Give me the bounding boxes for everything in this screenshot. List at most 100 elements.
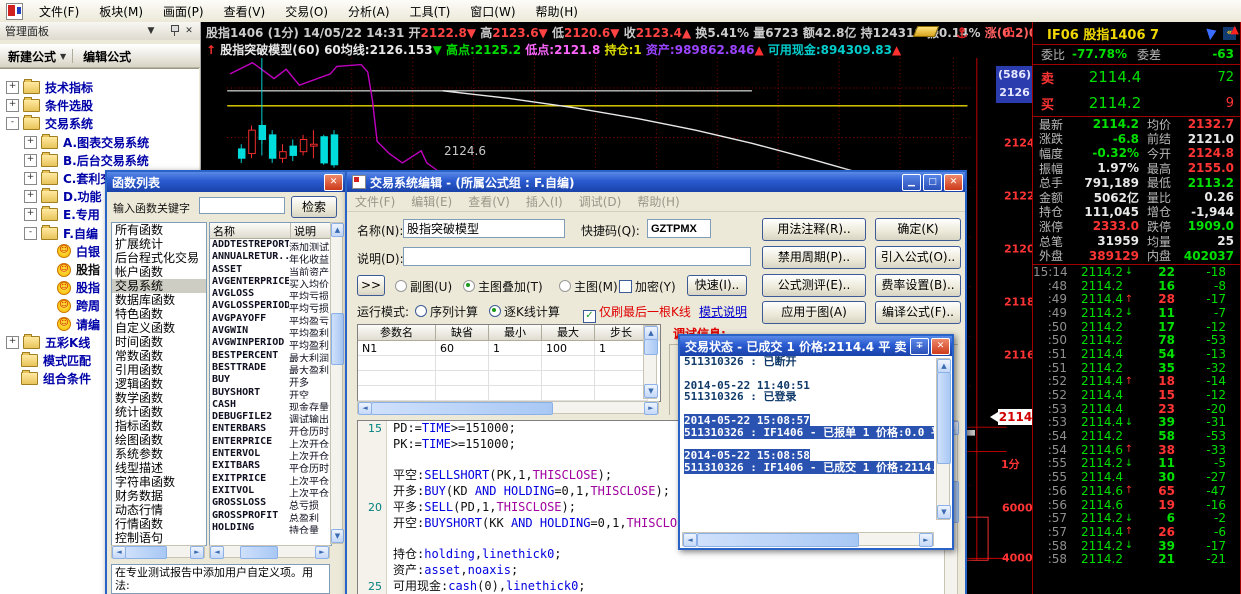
- panel-dropdown-icon[interactable]: ▼: [143, 24, 159, 39]
- panel-pin-icon[interactable]: [162, 24, 178, 39]
- tree-toggle-icon[interactable]: +: [24, 136, 37, 149]
- function-row[interactable]: ENTERVOL上次开仓: [210, 448, 331, 460]
- param-cell[interactable]: [489, 371, 542, 386]
- function-table-header[interactable]: 名称 说明: [210, 223, 331, 239]
- category-item[interactable]: 扩展统计: [112, 237, 206, 251]
- category-item[interactable]: 所有函数: [112, 223, 206, 237]
- close-icon[interactable]: ✕: [931, 338, 950, 355]
- tree-toggle-icon[interactable]: +: [24, 172, 37, 185]
- compile-button[interactable]: 编译公式(F)..: [875, 301, 961, 324]
- tree-toggle-icon[interactable]: +: [24, 190, 37, 203]
- status-vscrollbar[interactable]: ▲ ▼: [936, 358, 950, 520]
- function-row[interactable]: DEBUGFILE2调试输出: [210, 411, 331, 423]
- menu-item[interactable]: 工具(T): [400, 1, 461, 22]
- param-row[interactable]: [358, 356, 660, 371]
- tick-scroll-up-icon[interactable]: ▲: [1231, 23, 1239, 36]
- category-item[interactable]: 交易系统: [112, 279, 206, 293]
- disable-period-button[interactable]: 禁用周期(P)..: [762, 246, 866, 269]
- category-item[interactable]: 特色函数: [112, 307, 206, 321]
- category-item[interactable]: 数学函数: [112, 391, 206, 405]
- expand-button[interactable]: >>: [357, 275, 385, 296]
- param-cell[interactable]: [436, 356, 489, 371]
- function-row[interactable]: ENTERPRICE上次开仓: [210, 436, 331, 448]
- tree-item-技术指标[interactable]: +技术指标: [6, 79, 93, 96]
- param-cell[interactable]: [595, 371, 648, 386]
- function-row[interactable]: AVGPAYOFF平均盈亏: [210, 313, 331, 325]
- function-hscrollbar[interactable]: ◄ ►: [209, 545, 330, 558]
- category-item[interactable]: 数据库函数: [112, 293, 206, 307]
- category-item[interactable]: 系统参数: [112, 447, 206, 461]
- param-cell[interactable]: [542, 386, 595, 401]
- tree-item-B.后台交易系统[interactable]: +B.后台交易系统: [24, 152, 149, 169]
- tree-toggle-icon[interactable]: -: [24, 227, 37, 240]
- ok-button[interactable]: 确定(K): [875, 218, 961, 241]
- search-input[interactable]: [199, 197, 285, 214]
- param-cell[interactable]: [358, 356, 436, 371]
- category-item[interactable]: 财务数据: [112, 489, 206, 503]
- quick-button[interactable]: 快速(I)..: [687, 275, 747, 296]
- function-row[interactable]: ANNUALRETUR...年化收益: [210, 251, 331, 263]
- function-row[interactable]: EXITBARS平仓历时: [210, 460, 331, 472]
- tree-item-白银[interactable]: ☺白银: [42, 243, 100, 260]
- tree-item-组合条件[interactable]: 组合条件: [6, 370, 91, 387]
- category-item[interactable]: 绘图函数: [112, 433, 206, 447]
- param-cell[interactable]: [542, 371, 595, 386]
- function-dialog-titlebar[interactable]: 函数列表 ✕: [107, 172, 345, 192]
- tree-item-股指[interactable]: ☺股指: [42, 279, 100, 296]
- tree-item-五彩K线[interactable]: +五彩K线: [6, 334, 90, 351]
- function-row[interactable]: GROSSPROFIT总盈利: [210, 510, 331, 522]
- category-hscrollbar[interactable]: ◄ ►: [111, 545, 205, 558]
- quote-header[interactable]: IF06 股指1406 7 «: [1033, 22, 1240, 45]
- mode-help-link[interactable]: 模式说明: [699, 303, 747, 320]
- anchor-icon[interactable]: [955, 26, 969, 40]
- search-button[interactable]: 检索: [291, 196, 337, 218]
- category-item[interactable]: 后台程式化交易: [112, 251, 206, 265]
- tree-toggle-icon[interactable]: +: [6, 336, 19, 349]
- function-row[interactable]: BUY开多: [210, 374, 331, 386]
- tree-toggle-icon[interactable]: +: [6, 99, 19, 112]
- tree-toggle-icon[interactable]: +: [24, 154, 37, 167]
- category-item[interactable]: 动态行情: [112, 503, 206, 517]
- tree-item-股指[interactable]: ☺股指: [42, 261, 100, 278]
- evaluate-button[interactable]: 公式测评(E)..: [762, 274, 866, 297]
- tree-item-A.图表交易系统[interactable]: +A.图表交易系统: [24, 134, 149, 151]
- trade-status-titlebar[interactable]: 交易状态 - 已成交 1 价格:2114.4 平 卖 ∓ ✕: [680, 336, 952, 356]
- tree-item-F.自编[interactable]: -F.自编: [24, 225, 98, 242]
- category-item[interactable]: 引用函数: [112, 363, 206, 377]
- editor-menu-item[interactable]: 文件(F): [347, 191, 403, 212]
- name-input[interactable]: [403, 219, 565, 238]
- chevron-down-icon[interactable]: ▼: [60, 52, 66, 61]
- period-label[interactable]: 1分: [1001, 456, 1020, 472]
- editor-menu-item[interactable]: 查看(V): [460, 191, 518, 212]
- function-row[interactable]: GROSSLOSS总亏损: [210, 497, 331, 509]
- category-item[interactable]: 指标函数: [112, 419, 206, 433]
- menu-item[interactable]: 帮助(H): [526, 1, 588, 22]
- function-row[interactable]: AVGWINPERIOD平均盈利: [210, 337, 331, 349]
- tick-list[interactable]: 15:142114.2↓22-18:482114.216-8:492114.4↑…: [1033, 265, 1240, 594]
- param-cell[interactable]: [489, 356, 542, 371]
- trade-status-log[interactable]: 511310326 : 已断开2014-05-22 11:40:51511310…: [680, 356, 934, 528]
- category-item[interactable]: 时间函数: [112, 335, 206, 349]
- apply-button[interactable]: 应用于图(A): [762, 301, 866, 324]
- radio-per-bar[interactable]: 逐K线计算: [489, 303, 560, 320]
- status-hscrollbar[interactable]: ◄ ►: [682, 532, 934, 546]
- close-icon[interactable]: ✕: [944, 174, 963, 191]
- category-item[interactable]: 控制语句: [112, 531, 206, 545]
- function-row[interactable]: ENTERBARS开仓历时: [210, 423, 331, 435]
- radio-overlay[interactable]: 主图叠加(T): [463, 278, 543, 295]
- param-cell[interactable]: 100: [542, 341, 595, 356]
- function-row[interactable]: BUYSHORT开空: [210, 387, 331, 399]
- menu-item[interactable]: 查看(V): [214, 1, 276, 22]
- edit-formula-button[interactable]: 编辑公式: [75, 46, 139, 67]
- category-item[interactable]: 线型描述: [112, 461, 206, 475]
- param-cell[interactable]: 1: [489, 341, 542, 356]
- param-row[interactable]: [358, 371, 660, 386]
- function-row[interactable]: ASSET当前资产: [210, 264, 331, 276]
- tree-toggle-icon[interactable]: +: [6, 81, 19, 94]
- param-cell[interactable]: [436, 386, 489, 401]
- menu-item[interactable]: 交易(O): [275, 1, 338, 22]
- close-icon[interactable]: ✕: [324, 174, 343, 191]
- param-row[interactable]: [358, 386, 660, 401]
- function-vscrollbar[interactable]: ▲ ▼: [330, 222, 343, 544]
- editor-menu-item[interactable]: 调试(D): [571, 191, 630, 212]
